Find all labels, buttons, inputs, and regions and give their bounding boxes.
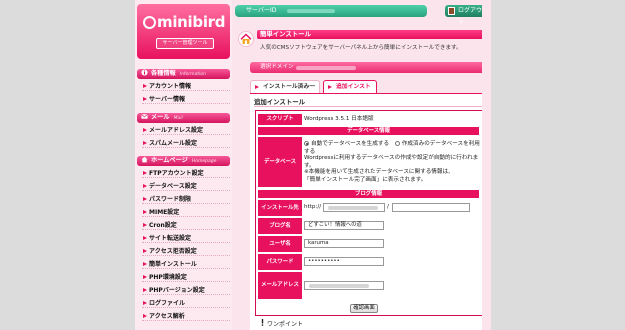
password-label: パスワード [258, 254, 302, 270]
username-label: ユーザ名 [258, 236, 302, 252]
sidebar-item-spam-settings[interactable]: スパムメール設定 [142, 139, 230, 148]
install-path-label: インストール先 [258, 200, 302, 216]
logo-subtitle: サーバー管理ツール [156, 38, 214, 49]
page-header: 簡単インストール 人気のCMSソフトウェアをサーバーパネル上から簡単にインストー… [235, 26, 489, 60]
sidebar-section-subtitle: Information [179, 72, 206, 77]
database-band: データベース情報 [258, 127, 479, 135]
door-icon [448, 7, 455, 15]
logout-button[interactable]: ログアウト [445, 5, 487, 26]
server-id-label: サーバーID [246, 7, 277, 14]
sidebar-item-php-version[interactable]: PHPバージョン設定 [142, 286, 230, 295]
sidebar-item-access-analysis[interactable]: アクセス解析 [142, 312, 230, 321]
tab-add-install[interactable]: 追加インストール [323, 80, 377, 103]
sidebar-section-subtitle: Mail [173, 116, 183, 121]
install-prefix: http:// [304, 204, 322, 210]
sidebar-item-account-info[interactable]: アカウント情報 [142, 82, 230, 91]
sidebar-section-title: メール [151, 114, 170, 121]
sidebar-item-easy-install[interactable]: 簡単インストール [142, 260, 230, 269]
install-separator: / [387, 204, 389, 210]
house-icon [238, 31, 254, 47]
brand-logo[interactable]: minibird サーバー管理ツール [137, 4, 230, 59]
sidebar-item-database[interactable]: データベース設定 [142, 182, 230, 191]
install-domain-field[interactable] [323, 203, 385, 212]
redacted-email [309, 284, 369, 288]
server-id-value-redacted [287, 9, 335, 13]
sidebar-item-access-deny[interactable]: アクセス拒否設定 [142, 247, 230, 256]
sidebar: minibird サーバー管理ツール 各種情報 Information アカウント… [135, 0, 232, 330]
sidebar-section-title: ホームページ [151, 157, 188, 164]
sidebar-item-cron[interactable]: Cron設定 [142, 221, 230, 230]
sidebar-item-php-env[interactable]: PHP環境設定 [142, 273, 230, 282]
radio-unselected-icon[interactable] [394, 141, 400, 146]
sidebar-item-mime[interactable]: MIME設定 [142, 208, 230, 217]
sidebar-item-email-settings[interactable]: メールアドレス設定 [142, 126, 230, 135]
sidebar-item-site-forward[interactable]: サイト転送設定 [142, 234, 230, 243]
sidebar-section-subtitle: Homepage [191, 159, 217, 164]
sidebar-section-title: 各種情報 [151, 70, 176, 77]
tab-installed-list[interactable]: インストール済み一覧 [250, 80, 320, 103]
sidebar-item-server-info[interactable]: サーバー情報 [142, 95, 230, 104]
database-label: データベース [258, 137, 302, 187]
db-note-2: ※本機能を用いて生成されたデータベースに関する情報は、 [304, 169, 454, 175]
main-content: サーバーID ログアウト 簡単インストール 人気のCMSソフトウェアをサーバーパ… [235, 0, 489, 330]
db-option-auto[interactable]: 自動でデータベースを生成する [304, 141, 389, 147]
info-icon [141, 69, 148, 76]
scrollbar[interactable] [482, 0, 491, 330]
sidebar-section-mail: メール Mail [137, 113, 230, 123]
db-option-auto-label: 自動でデータベースを生成する [311, 141, 390, 147]
blog-name-field[interactable]: どすこい！情報への道 [304, 221, 384, 230]
onepoint-label: ワンポイント [267, 321, 304, 328]
sidebar-item-ftp[interactable]: FTPアカウント設定 [142, 169, 230, 178]
radio-selected-icon[interactable] [304, 141, 309, 146]
sidebar-section-info: 各種情報 Information [137, 69, 230, 79]
password-field[interactable]: •••••••••• [304, 257, 384, 266]
domain-selector[interactable]: 選択ドメイン [250, 62, 488, 73]
sidebar-section-homepage: ホームページ Homepage [137, 156, 230, 166]
onepoint-tip: ワンポイント [260, 319, 303, 328]
page-title: 簡単インストール [260, 30, 311, 38]
install-form: スクリプト Wordpress 3.5.1 日本語版 データベース情報 データベ… [255, 110, 483, 316]
redacted-domain [328, 206, 378, 210]
username-field[interactable]: karuma [304, 239, 384, 248]
logout-label: ログアウト [458, 7, 483, 26]
install-path-field[interactable] [392, 203, 470, 212]
logo-mark [143, 16, 156, 29]
exclamation-icon [261, 319, 264, 326]
logo-text: minibird [157, 13, 226, 31]
script-label: スクリプト [258, 114, 302, 125]
sidebar-item-log-files[interactable]: ログファイル [142, 299, 230, 308]
domain-label: 選択ドメイン [260, 64, 294, 70]
sidebar-item-password-restriction[interactable]: パスワード制限 [142, 195, 230, 204]
tab-panel: 追加インストール スクリプト Wordpress 3.5.1 日本語版 データベ… [250, 93, 488, 330]
mail-icon [141, 114, 148, 119]
server-id-bar: サーバーID [235, 5, 427, 17]
email-label: メールアドレス [258, 272, 302, 299]
control-panel: minibird サーバー管理ツール 各種情報 Information アカウント… [135, 0, 491, 330]
divider [254, 106, 484, 107]
db-note-3: 「簡単インストール完了画面」に表示されます。 [304, 177, 427, 183]
blog-name-label: ブログ名 [258, 218, 302, 234]
script-value: Wordpress 3.5.1 日本語版 [304, 116, 374, 122]
page-description: 人気のCMSソフトウェアをサーバーパネル上から簡単にインストールできます。 [260, 45, 462, 51]
home-icon [141, 156, 148, 163]
domain-value-redacted [296, 66, 356, 70]
confirm-button[interactable]: 確認画面 [350, 304, 378, 313]
section-heading: 追加インストール [254, 98, 305, 106]
blog-band: ブログ情報 [258, 190, 479, 198]
email-field[interactable] [304, 281, 384, 290]
